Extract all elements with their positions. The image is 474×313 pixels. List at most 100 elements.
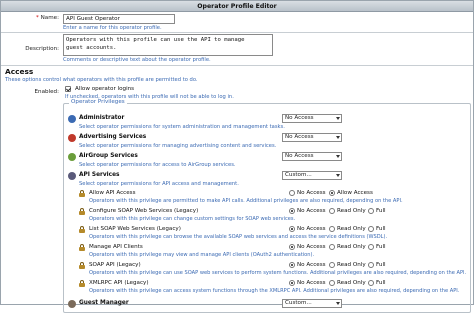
privilege-desc: Select operator permissions for access t… [79,162,236,168]
sub-privilege-name: List SOAP Web Services (Legacy) [89,226,181,232]
editor-title: Operator Profile Editor [1,1,473,12]
name-label-text: Name: [40,15,59,21]
guest-manager-icon [68,300,76,308]
access-radio[interactable] [289,208,295,214]
access-radio-label: Read Only [337,280,366,286]
access-radio-label: Full [376,262,386,268]
privilege-select-value: No Access [285,115,314,121]
privilege-icon [68,153,76,161]
access-radio-label: Read Only [337,244,366,250]
access-radio-label: No Access [297,280,326,286]
access-radio[interactable] [368,208,374,214]
chevron-down-icon [336,136,340,139]
privilege-icon [68,115,76,123]
access-radio[interactable] [368,262,374,268]
description-label: Description: [25,46,59,52]
privilege-name: API Services [79,172,120,178]
enabled-checkbox[interactable] [65,86,71,92]
access-radio-label: Full [376,208,386,214]
description-line-2: guest accounts. [66,45,117,51]
sub-privilege-name: XMLRPC API (Legacy) [89,280,149,286]
operator-profile-editor: Operator Profile Editor * Name: API Gues… [0,0,474,313]
access-radio[interactable] [289,262,295,268]
lock-icon [79,226,85,233]
privilege-select-value: Custom... [285,172,312,178]
chevron-down-icon [336,155,340,158]
sub-privilege-desc: Operators with this privilege can browse… [89,234,388,240]
chevron-down-icon [336,117,340,120]
access-radio[interactable] [368,244,374,250]
sub-privilege-name: Manage API Clients [89,244,143,250]
sub-privilege-desc: Operators with this privilege can change… [89,216,296,222]
access-radio-label: Read Only [337,226,366,232]
privilege-select[interactable]: No Access [282,133,342,142]
description-hint: Comments or descriptive text about the o… [63,57,211,63]
sub-privilege-desc: Operators with this privilege can access… [89,288,460,294]
privilege-icon [68,134,76,142]
description-field[interactable]: Operators with this profile can use the … [63,34,273,56]
privilege-name: AirGroup Services [79,153,138,159]
privilege-name: Advertising Services [79,134,147,140]
chevron-down-icon [336,174,340,177]
description-line-1: Operators with this profile can use the … [66,37,245,43]
access-radio-label: Full [376,280,386,286]
access-radio-label: Allow Access [337,190,373,196]
access-radio[interactable] [289,190,295,196]
privilege-icon [68,172,76,180]
sub-privilege-desc: Operators with this privilege are permit… [89,198,403,204]
access-radio-label: No Access [297,244,326,250]
sub-privilege-name: Allow API Access [89,190,136,196]
access-radio[interactable] [289,280,295,286]
access-radio[interactable] [368,280,374,286]
access-radio-label: Full [376,226,386,232]
access-radio-label: No Access [297,262,326,268]
access-radio-label: Read Only [337,208,366,214]
privilege-select-value: No Access [285,134,314,140]
access-radio[interactable] [289,244,295,250]
access-radio[interactable] [329,226,335,232]
access-radio[interactable] [329,208,335,214]
lock-icon [79,190,85,197]
access-radio-label: No Access [297,226,326,232]
access-subtitle: These options control what operators wit… [5,77,198,83]
guest-manager-select-value: Custom... [285,300,312,306]
privilege-select[interactable]: No Access [282,114,342,123]
enabled-label: Enabled: [34,89,60,95]
privilege-desc: Select operator permissions for system a… [79,124,285,130]
access-heading: Access [5,67,34,76]
guest-manager-label: Guest Manager [79,300,129,306]
lock-icon [79,262,85,269]
name-field[interactable]: API Guest Operator [63,14,175,24]
privilege-name: Administrator [79,115,125,121]
enabled-checkbox-label: Allow operator logins [75,86,135,92]
access-radio[interactable] [329,280,335,286]
lock-icon [79,244,85,251]
access-radio-label: Read Only [337,262,366,268]
privilege-select-value: No Access [285,153,314,159]
sub-privilege-desc: Operators with this privilege may view a… [89,252,315,258]
privileges-legend: Operator Privileges [69,99,127,105]
access-radio[interactable] [329,190,335,196]
access-radio[interactable] [368,226,374,232]
access-radio-label: No Access [297,190,326,196]
privilege-select[interactable]: No Access [282,152,342,161]
privilege-desc: Select operator permissions for API acce… [79,181,239,187]
lock-icon [79,208,85,215]
divider [1,65,473,66]
privilege-desc: Select operator permissions for managing… [79,143,277,149]
access-radio-label: No Access [297,208,326,214]
sub-privilege-name: Configure SOAP Web Services (Legacy) [89,208,199,214]
name-label: * Name: [1,15,59,21]
divider [1,32,473,33]
access-radio[interactable] [329,244,335,250]
privilege-select[interactable]: Custom... [282,171,342,180]
name-hint: Enter a name for this operator profile. [63,25,162,31]
access-radio[interactable] [329,262,335,268]
required-mark: * [36,15,39,21]
sub-privilege-desc: Operators with this privilege can use SO… [89,270,467,276]
guest-manager-select[interactable]: Custom... [282,299,342,308]
sub-privilege-name: SOAP API (Legacy) [89,262,141,268]
access-radio-label: Full [376,244,386,250]
lock-icon [79,280,85,287]
access-radio[interactable] [289,226,295,232]
